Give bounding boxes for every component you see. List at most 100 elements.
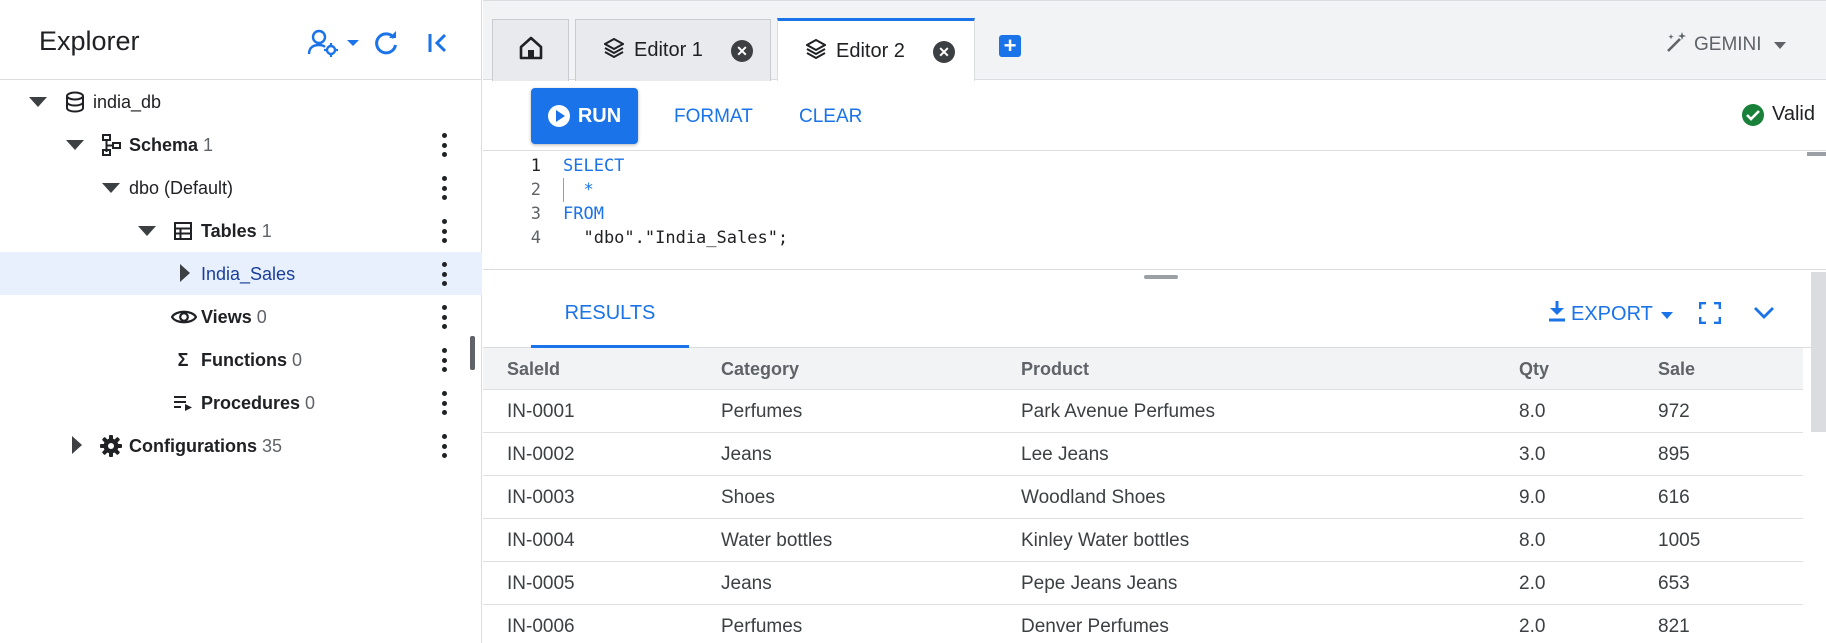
more-options-icon[interactable] [437, 262, 451, 286]
table-cell: Jeans [721, 572, 772, 594]
tab-home[interactable] [492, 19, 569, 81]
line-number: 1 [530, 156, 541, 176]
chevron-down-icon [1773, 34, 1786, 56]
collapse-panel-icon[interactable] [423, 26, 453, 60]
more-options-icon[interactable] [437, 391, 451, 415]
expand-caret-icon[interactable] [180, 264, 190, 282]
more-options-icon[interactable] [437, 434, 451, 458]
column-header[interactable]: Product [1021, 348, 1089, 390]
code-line: 1 SELECT [483, 154, 1783, 178]
tab-editor-2[interactable]: Editor 2 ✕ [777, 18, 975, 82]
download-icon [1547, 300, 1567, 328]
close-tab-icon[interactable]: ✕ [730, 39, 753, 62]
check-circle-icon [1742, 103, 1764, 126]
column-header[interactable]: Category [721, 348, 799, 390]
expand-caret-icon[interactable] [138, 226, 156, 236]
add-tab-icon[interactable]: + [999, 35, 1021, 57]
more-options-icon[interactable] [437, 348, 451, 372]
expand-caret-icon[interactable] [66, 140, 84, 150]
explorer-scrollbar[interactable] [470, 336, 475, 370]
table-cell: 3.0 [1519, 443, 1546, 465]
table-cell: 972 [1658, 400, 1690, 422]
table-cell: 8.0 [1519, 529, 1546, 551]
chevron-down-icon[interactable] [1749, 298, 1779, 328]
table-cell: IN-0004 [507, 529, 575, 551]
explorer-panel: Explorer india_db Schema 1 dbo (Default)… [0, 0, 482, 643]
table-cell: 9.0 [1519, 486, 1546, 508]
column-header[interactable]: Sale [1658, 348, 1695, 390]
column-header[interactable]: SaleId [507, 348, 560, 390]
table-cell: Perfumes [721, 615, 803, 637]
tree-node-configurations[interactable]: Configurations 35 [0, 424, 482, 467]
more-options-icon[interactable] [437, 133, 451, 157]
format-button[interactable]: FORMAT [674, 106, 753, 128]
tree-node-label: Procedures [201, 393, 301, 413]
code-text: FROM [563, 204, 604, 224]
layers-icon [602, 37, 626, 63]
validation-label: Valid [1772, 103, 1815, 125]
expand-caret-icon[interactable] [72, 436, 82, 454]
line-number: 3 [530, 204, 541, 224]
manage-connection-icon[interactable] [307, 26, 359, 60]
table-cell: Water bottles [721, 529, 833, 551]
more-options-icon[interactable] [437, 176, 451, 200]
table-cell: 616 [1658, 486, 1690, 508]
magic-wand-icon [1666, 31, 1688, 59]
table-row[interactable]: IN-0005 Jeans Pepe Jeans Jeans 2.0 653 [483, 562, 1803, 605]
home-icon [518, 36, 544, 65]
tree-node-label: Functions [201, 350, 287, 370]
table-cell: IN-0001 [507, 400, 575, 422]
tree-node-count: 1 [203, 135, 214, 155]
column-header[interactable]: Qty [1519, 348, 1549, 390]
tab-results[interactable]: RESULTS [531, 282, 689, 348]
validation-status: Valid [1742, 103, 1815, 126]
more-options-icon[interactable] [437, 305, 451, 329]
tree-node-dbo[interactable]: dbo (Default) [0, 166, 482, 209]
refresh-icon[interactable] [371, 26, 401, 60]
chevron-down-icon [1660, 303, 1673, 326]
tree-node-tables[interactable]: Tables 1 [0, 209, 482, 252]
layers-icon [804, 38, 828, 64]
clear-button[interactable]: CLEAR [799, 106, 862, 128]
table-cell: Pepe Jeans Jeans [1021, 572, 1178, 594]
results-scrollbar[interactable] [1811, 272, 1826, 432]
gear-icon [100, 435, 122, 457]
results-table: SaleId Category Product Qty Sale IN-0001… [483, 348, 1803, 643]
tree-node-schema[interactable]: Schema 1 [0, 123, 482, 166]
line-number: 4 [530, 228, 541, 248]
tree-node-views[interactable]: Views 0 [0, 295, 482, 338]
sql-editor[interactable]: 1 SELECT 2 * 3 FROM 4 "dbo"."India_Sales… [483, 152, 1826, 270]
tree-node-count: 1 [261, 221, 272, 241]
table-row[interactable]: IN-0001 Perfumes Park Avenue Perfumes 8.… [483, 390, 1803, 433]
explorer-tree: india_db Schema 1 dbo (Default) Tables 1… [0, 80, 482, 467]
gemini-button[interactable]: GEMINI [1666, 31, 1786, 59]
table-row[interactable]: IN-0004 Water bottles Kinley Water bottl… [483, 519, 1803, 562]
table-row[interactable]: IN-0003 Shoes Woodland Shoes 9.0 616 [483, 476, 1803, 519]
tree-node-procedures[interactable]: Procedures 0 [0, 381, 482, 424]
expand-caret-icon[interactable] [29, 97, 47, 107]
table-cell: IN-0005 [507, 572, 575, 594]
editor-scrollbar[interactable] [1807, 152, 1826, 156]
table-cell: Perfumes [721, 400, 803, 422]
expand-caret-icon[interactable] [102, 183, 120, 193]
tree-node-india-sales[interactable]: India_Sales [0, 252, 482, 295]
table-cell: Jeans [721, 443, 772, 465]
table-row[interactable]: IN-0002 Jeans Lee Jeans 3.0 895 [483, 433, 1803, 476]
export-button[interactable]: EXPORT [1547, 300, 1673, 328]
fullscreen-icon[interactable] [1695, 298, 1725, 328]
table-cell: 2.0 [1519, 615, 1546, 637]
code-line: 3 FROM [483, 202, 1783, 226]
tree-node-database[interactable]: india_db [0, 80, 482, 123]
tab-editor-1[interactable]: Editor 1 ✕ [575, 19, 771, 81]
table-cell: IN-0002 [507, 443, 575, 465]
run-button[interactable]: RUN [531, 88, 638, 144]
gemini-label: GEMINI [1694, 34, 1762, 55]
tree-node-functions[interactable]: Σ Functions 0 [0, 338, 482, 381]
more-options-icon[interactable] [437, 219, 451, 243]
table-row[interactable]: IN-0006 Perfumes Denver Perfumes 2.0 821 [483, 605, 1803, 643]
resize-handle[interactable] [1144, 275, 1178, 279]
close-tab-icon[interactable]: ✕ [932, 40, 955, 63]
line-number: 2 [530, 180, 541, 200]
table-cell: 1005 [1658, 529, 1701, 551]
table-cell: 821 [1658, 615, 1690, 637]
